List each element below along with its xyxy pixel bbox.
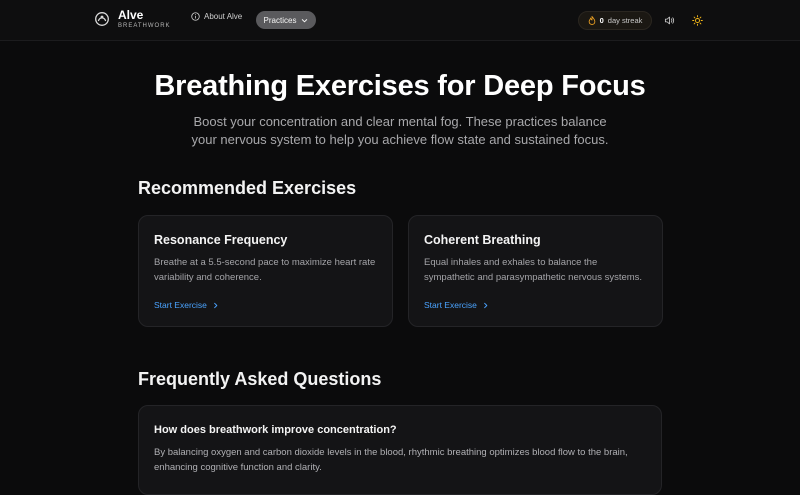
- start-exercise-label: Start Exercise: [154, 300, 207, 310]
- faq-question: How does breathwork improve concentratio…: [154, 424, 397, 436]
- exercise-card-resonance-frequency[interactable]: Resonance Frequency Breathe at a 5.5-sec…: [138, 215, 393, 327]
- exercise-card-title: Resonance Frequency: [154, 233, 288, 247]
- brand-subtitle: BREATHWORK: [118, 23, 171, 29]
- faq-section-title: Frequently Asked Questions: [138, 369, 382, 389]
- chevron-right-icon: [214, 302, 218, 308]
- start-exercise-link[interactable]: Start Exercise: [424, 300, 489, 310]
- page-title: Breathing Exercises for Deep Focus: [154, 70, 646, 102]
- flame-icon: [588, 16, 595, 25]
- chevron-down-icon: [302, 18, 308, 22]
- streak-badge[interactable]: 0 day streak: [578, 11, 652, 30]
- nav-about-label: About Alve: [204, 12, 243, 21]
- start-exercise-label: Start Exercise: [424, 300, 477, 310]
- chevron-right-icon: [484, 302, 488, 308]
- nav-about-link[interactable]: About Alve: [191, 12, 242, 21]
- exercise-card-description: Breathe at a 5.5-second pace to maximize…: [154, 257, 376, 283]
- start-exercise-link[interactable]: Start Exercise: [154, 300, 219, 310]
- streak-count: 0: [599, 16, 604, 25]
- breath-logo-icon: [95, 12, 109, 26]
- nav-practices-dropdown[interactable]: Practices: [256, 11, 316, 29]
- brand-home-link[interactable]: Alve BREATHWORK: [94, 9, 171, 29]
- brand-text: Alve BREATHWORK: [118, 9, 171, 29]
- top-navigation-bar: Alve BREATHWORK About Alve Practices 0 d…: [0, 0, 800, 41]
- exercise-card-coherent-breathing[interactable]: Coherent Breathing Equal inhales and exh…: [408, 215, 663, 327]
- recommended-section-title: Recommended Exercises: [138, 178, 357, 198]
- streak-label: day streak: [607, 16, 643, 25]
- info-circle-icon: [191, 12, 200, 21]
- faq-item[interactable]: How does breathwork improve concentratio…: [138, 405, 662, 495]
- page-subtitle: Boost your concentration and clear menta…: [191, 114, 609, 147]
- nav-practices-label: Practices: [263, 15, 297, 25]
- faq-answer: By balancing oxygen and carbon dioxide l…: [154, 447, 628, 473]
- exercise-card-title: Coherent Breathing: [424, 233, 541, 247]
- sun-icon[interactable]: [692, 15, 703, 26]
- exercise-card-description: Equal inhales and exhales to balance the…: [424, 257, 643, 283]
- speaker-icon[interactable]: [664, 15, 675, 26]
- brand-name: Alve: [118, 8, 144, 22]
